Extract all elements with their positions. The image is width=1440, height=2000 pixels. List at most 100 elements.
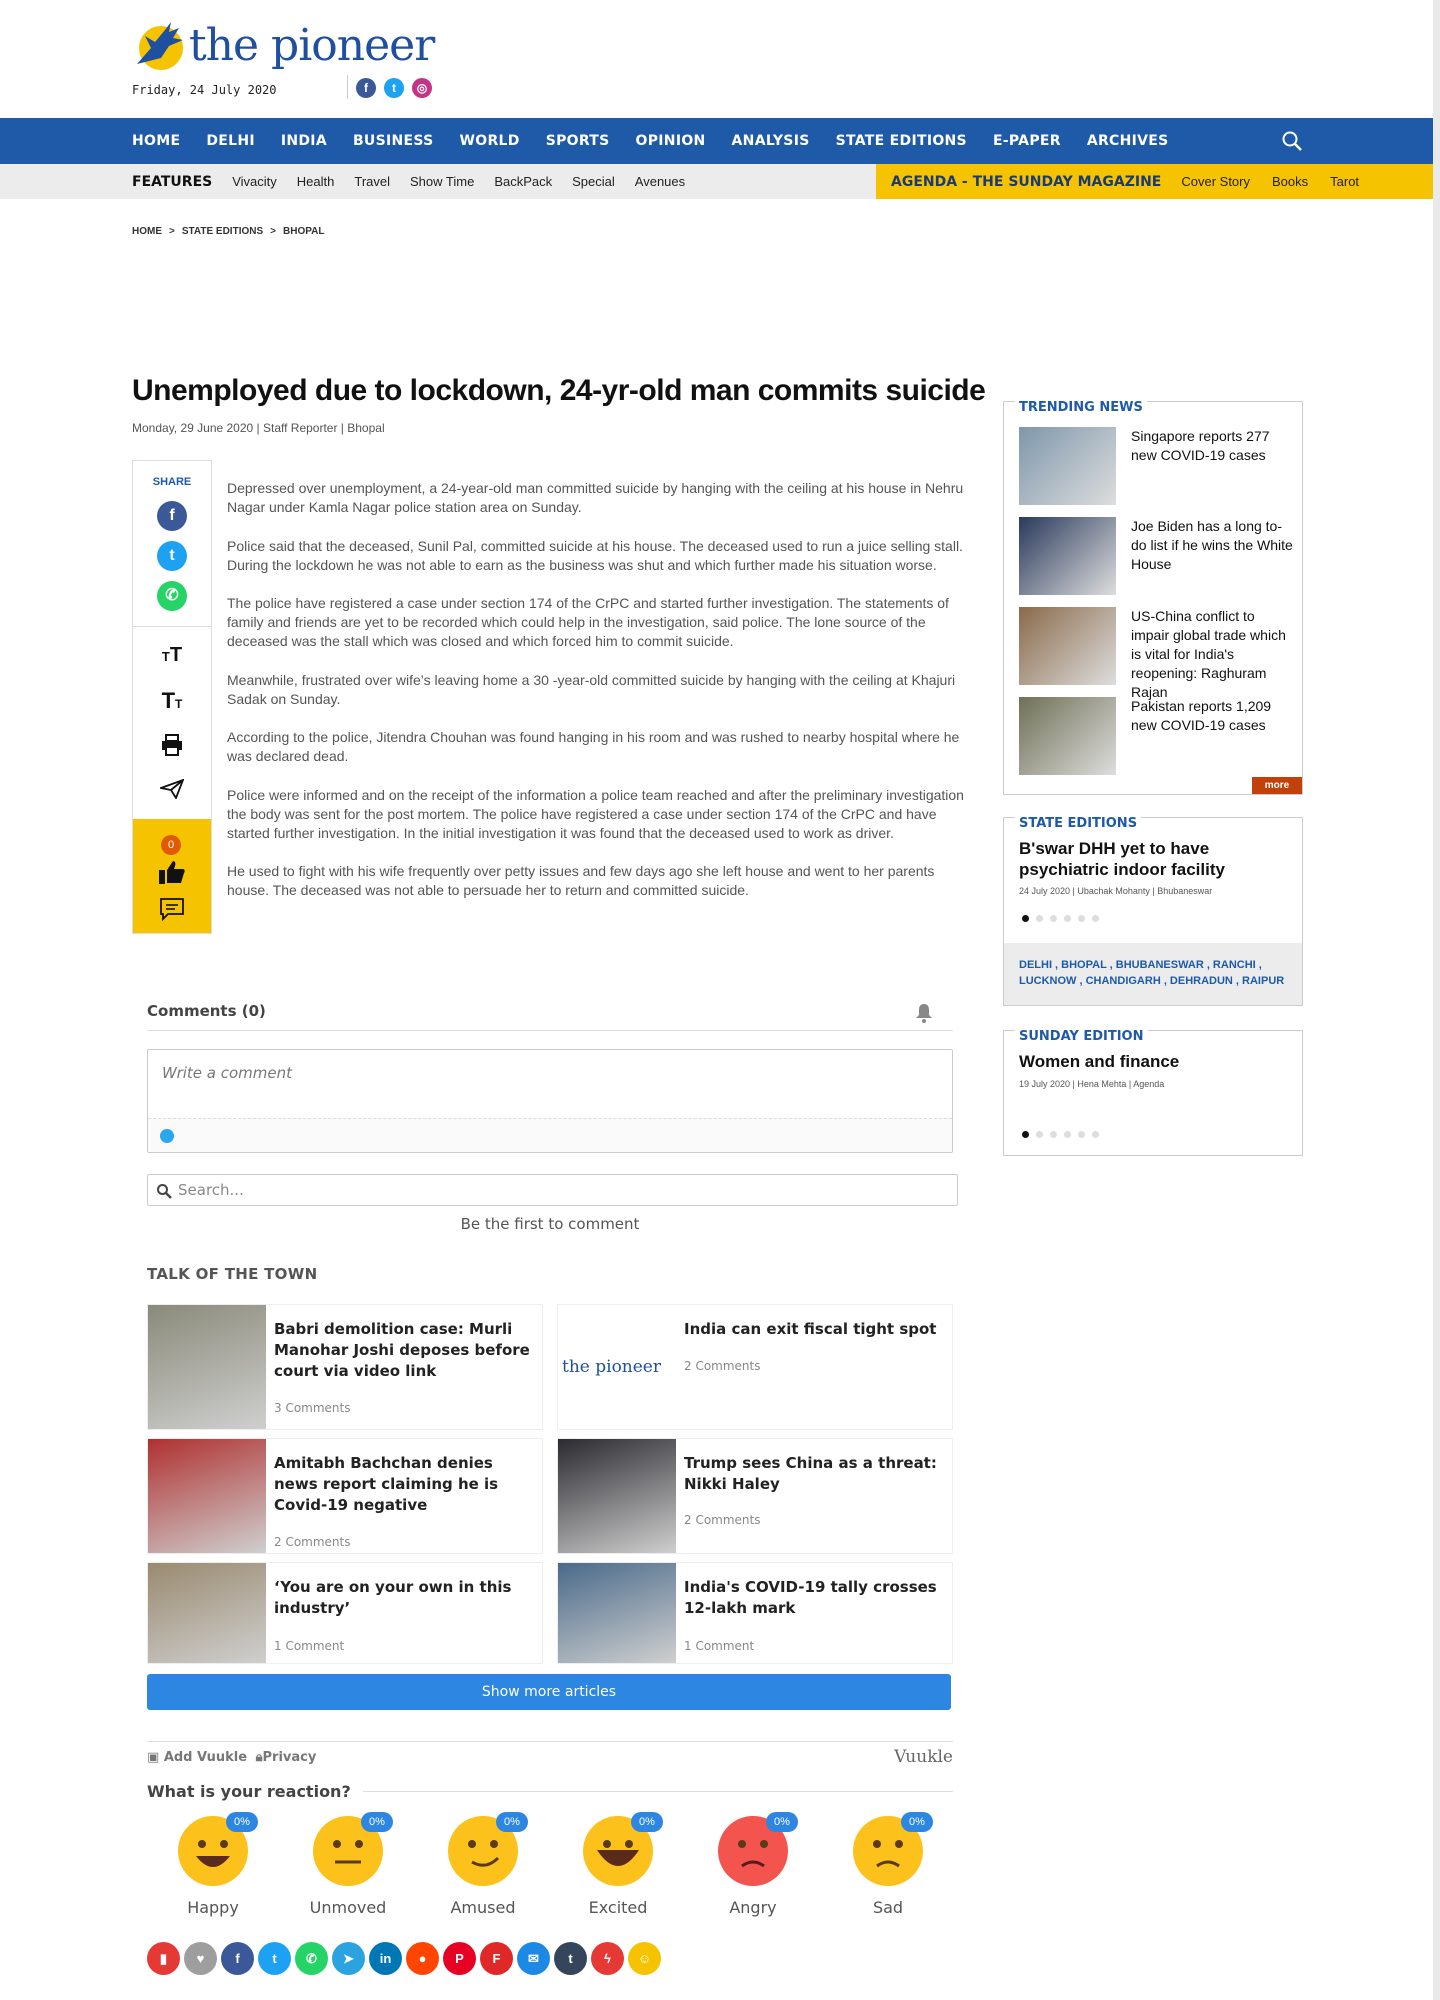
trending-item[interactable]: Singapore reports 277 new COVID-19 cases bbox=[1019, 427, 1289, 505]
talk-card-title[interactable]: Trump sees China as a threat: Nikki Hale… bbox=[684, 1453, 946, 1495]
talk-card-comment-count[interactable]: 2 Comments bbox=[274, 1535, 351, 1549]
privacy-link[interactable]: 🔒︎Privacy bbox=[256, 1750, 317, 1765]
comment-search-input[interactable]: Search... bbox=[147, 1174, 958, 1206]
talk-card-thumbnail[interactable] bbox=[148, 1563, 266, 1663]
comment-input[interactable]: Write a comment bbox=[147, 1049, 953, 1153]
tumblr-icon[interactable]: t bbox=[554, 1942, 587, 1975]
features-item-special[interactable]: Special bbox=[572, 174, 615, 189]
nav-item-business[interactable]: BUSINESS bbox=[353, 133, 434, 149]
trending-item[interactable]: US-China conflict to impair global trade… bbox=[1019, 607, 1289, 700]
site-logo[interactable]: the pioneer bbox=[131, 18, 435, 74]
nav-item-state-editions[interactable]: STATE EDITIONS bbox=[836, 133, 967, 149]
talk-card-title[interactable]: Amitabh Bachchan denies news report clai… bbox=[274, 1453, 536, 1516]
features-label[interactable]: FEATURES bbox=[132, 174, 212, 190]
talk-card-title[interactable]: India's COVID-19 tally crosses 12-lakh m… bbox=[684, 1577, 946, 1619]
whatsapp-share-icon[interactable]: ✆ bbox=[157, 581, 187, 611]
facebook-share-icon[interactable]: f bbox=[157, 501, 187, 531]
add-vuukle-link[interactable]: ▣ Add Vuukle bbox=[147, 1750, 247, 1765]
trending-item[interactable]: Pakistan reports 1,209 new COVID-19 case… bbox=[1019, 697, 1289, 775]
edition-links[interactable]: DELHI , BHOPAL , BHUBANESWAR , RANCHI , … bbox=[1004, 943, 1302, 1005]
talk-card[interactable]: ‘You are on your own in this industry’ 1 … bbox=[147, 1562, 543, 1664]
talk-card[interactable]: Trump sees China as a threat: Nikki Hale… bbox=[557, 1438, 953, 1554]
talk-card[interactable]: India's COVID-19 tally crosses 12-lakh m… bbox=[557, 1562, 953, 1664]
carousel-dots[interactable] bbox=[1022, 1131, 1099, 1138]
breadcrumb-item[interactable]: STATE EDITIONS bbox=[182, 226, 263, 237]
emoji-icon[interactable]: ☺ bbox=[628, 1942, 661, 1975]
increase-font-icon[interactable]: TT bbox=[133, 644, 211, 667]
trending-headline[interactable]: Singapore reports 277 new COVID-19 cases bbox=[1131, 427, 1296, 465]
reddit-icon[interactable]: ● bbox=[406, 1942, 439, 1975]
trending-thumbnail[interactable] bbox=[1019, 697, 1116, 775]
sunday-headline[interactable]: Women and finance bbox=[1019, 1051, 1294, 1072]
more-button[interactable]: more bbox=[1252, 777, 1302, 794]
reaction-sad-icon[interactable]: 0% bbox=[853, 1812, 933, 1886]
breadcrumb-item[interactable]: BHOPAL bbox=[283, 226, 324, 237]
reaction-excited[interactable]: 0% Excited bbox=[573, 1812, 663, 1917]
features-item-travel[interactable]: Travel bbox=[354, 174, 390, 189]
comment-icon[interactable]: ▮ bbox=[147, 1942, 180, 1975]
instagram-icon[interactable]: ◎ bbox=[412, 78, 432, 98]
talk-card-comment-count[interactable]: 1 Comment bbox=[274, 1639, 344, 1653]
agenda-item-books[interactable]: Books bbox=[1272, 174, 1308, 189]
reaction-amused[interactable]: 0% Amused bbox=[438, 1812, 528, 1917]
twitter-icon[interactable]: t bbox=[384, 78, 404, 98]
thumbs-up-icon[interactable] bbox=[158, 859, 186, 885]
flipboard-icon[interactable]: F bbox=[480, 1942, 513, 1975]
decrease-font-icon[interactable]: TT bbox=[133, 688, 211, 714]
talk-card-title[interactable]: Babri demolition case: Murli Manohar Jos… bbox=[274, 1319, 536, 1382]
messenger-icon[interactable]: ϟ bbox=[591, 1942, 624, 1975]
twitter-share-icon[interactable]: t bbox=[157, 541, 187, 571]
talk-card-thumbnail[interactable] bbox=[558, 1563, 676, 1663]
edition-links-line[interactable]: LUCKNOW , CHANDIGARH , DEHRADUN , RAIPUR bbox=[1019, 973, 1287, 989]
nav-item-sports[interactable]: SPORTS bbox=[546, 133, 610, 149]
scrollbar[interactable] bbox=[1433, 0, 1440, 2000]
nav-item-world[interactable]: WORLD bbox=[460, 133, 520, 149]
features-item-avenues[interactable]: Avenues bbox=[635, 174, 685, 189]
talk-card-title[interactable]: India can exit fiscal tight spot bbox=[684, 1319, 946, 1340]
nav-item-archives[interactable]: ARCHIVES bbox=[1087, 133, 1169, 149]
trending-headline[interactable]: Joe Biden has a long to-do list if he wi… bbox=[1131, 517, 1296, 574]
agenda-item-cover-story[interactable]: Cover Story bbox=[1181, 174, 1250, 189]
whatsapp-icon[interactable]: ✆ bbox=[295, 1942, 328, 1975]
trending-headline[interactable]: US-China conflict to impair global trade… bbox=[1131, 607, 1296, 702]
talk-card-comment-count[interactable]: 1 Comment bbox=[684, 1639, 754, 1653]
facebook-icon[interactable]: f bbox=[356, 78, 376, 98]
nav-item-opinion[interactable]: OPINION bbox=[636, 133, 706, 149]
reaction-happy-icon[interactable]: 0% bbox=[178, 1812, 258, 1886]
features-item-vivacity[interactable]: Vivacity bbox=[232, 174, 277, 189]
trending-thumbnail[interactable] bbox=[1019, 607, 1116, 685]
trending-headline[interactable]: Pakistan reports 1,209 new COVID-19 case… bbox=[1131, 697, 1296, 735]
talk-card[interactable]: Babri demolition case: Murli Manohar Jos… bbox=[147, 1304, 543, 1430]
nav-item-india[interactable]: INDIA bbox=[281, 133, 327, 149]
nav-item-analysis[interactable]: ANALYSIS bbox=[732, 133, 810, 149]
trending-thumbnail[interactable] bbox=[1019, 517, 1116, 595]
comment-icon[interactable] bbox=[159, 897, 185, 921]
telegram-icon[interactable]: ➤ bbox=[332, 1942, 365, 1975]
carousel-dots[interactable] bbox=[1022, 915, 1099, 922]
talk-card-comment-count[interactable]: 3 Comments bbox=[274, 1401, 351, 1415]
email-icon[interactable]: ✉ bbox=[517, 1942, 550, 1975]
nav-item-delhi[interactable]: DELHI bbox=[206, 133, 255, 149]
talk-card-thumbnail[interactable] bbox=[558, 1439, 676, 1553]
talk-card-thumbnail[interactable] bbox=[148, 1305, 266, 1429]
pinterest-icon[interactable]: P bbox=[443, 1942, 476, 1975]
send-icon[interactable] bbox=[160, 779, 184, 799]
talk-card-comment-count[interactable]: 2 Comments bbox=[684, 1513, 761, 1527]
features-item-health[interactable]: Health bbox=[297, 174, 335, 189]
show-more-button[interactable]: Show more articles bbox=[147, 1674, 951, 1710]
search-icon[interactable] bbox=[1281, 130, 1303, 152]
reaction-amused-icon[interactable]: 0% bbox=[448, 1812, 528, 1886]
nav-item-e-paper[interactable]: E-PAPER bbox=[993, 133, 1061, 149]
edition-links-line[interactable]: DELHI , BHOPAL , BHUBANESWAR , RANCHI , bbox=[1019, 957, 1287, 973]
talk-card-comment-count[interactable]: 2 Comments bbox=[684, 1359, 761, 1373]
linkedin-icon[interactable]: in bbox=[369, 1942, 402, 1975]
facebook-icon[interactable]: f bbox=[221, 1942, 254, 1975]
talk-card-title[interactable]: ‘You are on your own in this industry’ bbox=[274, 1577, 536, 1619]
talk-card[interactable]: Amitabh Bachchan denies news report clai… bbox=[147, 1438, 543, 1554]
reaction-angry-icon[interactable]: 0% bbox=[718, 1812, 798, 1886]
heart-icon[interactable]: ♥ bbox=[184, 1942, 217, 1975]
agenda-item-tarot[interactable]: Tarot bbox=[1330, 174, 1359, 189]
breadcrumb-item[interactable]: HOME bbox=[132, 226, 162, 237]
talk-card-thumbnail[interactable] bbox=[148, 1439, 266, 1553]
features-item-backpack[interactable]: BackPack bbox=[494, 174, 552, 189]
